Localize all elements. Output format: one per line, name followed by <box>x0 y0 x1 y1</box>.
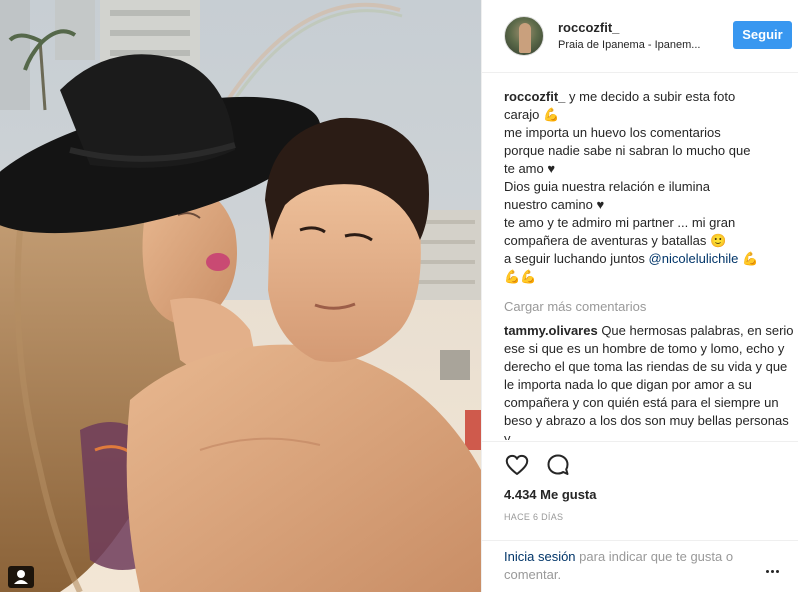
post-container: roccozfit_ Praia de Ipanema - Ipanem... … <box>0 0 798 592</box>
caption-line-5: te amo ♥ <box>504 161 556 176</box>
post-header: roccozfit_ Praia de Ipanema - Ipanem... … <box>482 0 798 73</box>
caption-author[interactable]: roccozfit_ <box>504 89 565 104</box>
more-options-icon <box>765 569 769 573</box>
comments-list[interactable]: roccozfit_ y me decido a subir esta foto… <box>504 88 794 440</box>
caption-mention-link[interactable]: @nicolelulichile <box>649 251 739 266</box>
caption-line-3: me importa un huevo los comentarios <box>504 125 721 140</box>
caption-line-4: porque nadie sabe ni sabran lo mucho que <box>504 143 751 158</box>
user-tag-icon <box>14 570 28 584</box>
caption: roccozfit_ y me decido a subir esta foto… <box>504 88 794 286</box>
caption-line-10: a seguir luchando juntos <box>504 251 649 266</box>
avatar-figure <box>519 23 531 53</box>
login-prompt: Inicia sesión para indicar que te gusta … <box>482 540 798 592</box>
post-location[interactable]: Praia de Ipanema - Ipanem... <box>558 39 718 51</box>
comment-author[interactable]: tammy.olivares <box>504 323 598 338</box>
more-options-button[interactable] <box>763 563 783 573</box>
post-photo[interactable] <box>0 0 481 592</box>
caption-line-1: y me decido a subir esta foto <box>565 89 736 104</box>
load-more-comments-button[interactable]: Cargar más comentarios <box>504 298 794 316</box>
photo-illustration <box>0 0 481 592</box>
caption-line-6: Dios guia nuestra relación e ilumina <box>504 179 710 194</box>
comment-bubble-icon <box>547 454 569 475</box>
like-button[interactable] <box>504 452 530 478</box>
caption-line-2: carajo 💪 <box>504 107 560 122</box>
author-username[interactable]: roccozfit_ <box>558 20 619 35</box>
post-timestamp[interactable]: HACE 6 DÍAS <box>504 512 563 522</box>
login-prompt-text: Inicia sesión para indicar que te gusta … <box>504 548 764 584</box>
follow-button[interactable]: Seguir <box>733 21 792 49</box>
caption-trailing-emoji: 💪 <box>738 251 759 266</box>
heart-outline-icon <box>505 454 529 475</box>
login-link[interactable]: Inicia sesión <box>504 549 576 564</box>
caption-last-line: 💪💪 <box>504 269 537 284</box>
caption-line-8: te amo y te admiro mi partner ... mi gra… <box>504 215 736 230</box>
caption-line-7: nuestro camino ♥ <box>504 197 605 212</box>
post-sidebar: roccozfit_ Praia de Ipanema - Ipanem... … <box>481 0 798 592</box>
comment-text: Que hermosas palabras, en serio ese si q… <box>504 323 794 440</box>
caption-line-9: compañera de aventuras y batallas 🙂 <box>504 233 727 248</box>
likes-count[interactable]: 4.434 Me gusta <box>504 487 597 502</box>
tagged-user-button[interactable] <box>8 566 34 588</box>
more-options-icon-dot <box>770 569 774 573</box>
comment-item: tammy.olivares Que hermosas palabras, en… <box>504 322 794 440</box>
comment-button[interactable] <box>545 452 571 478</box>
author-avatar[interactable] <box>504 16 544 56</box>
more-options-icon-dot <box>775 569 779 573</box>
